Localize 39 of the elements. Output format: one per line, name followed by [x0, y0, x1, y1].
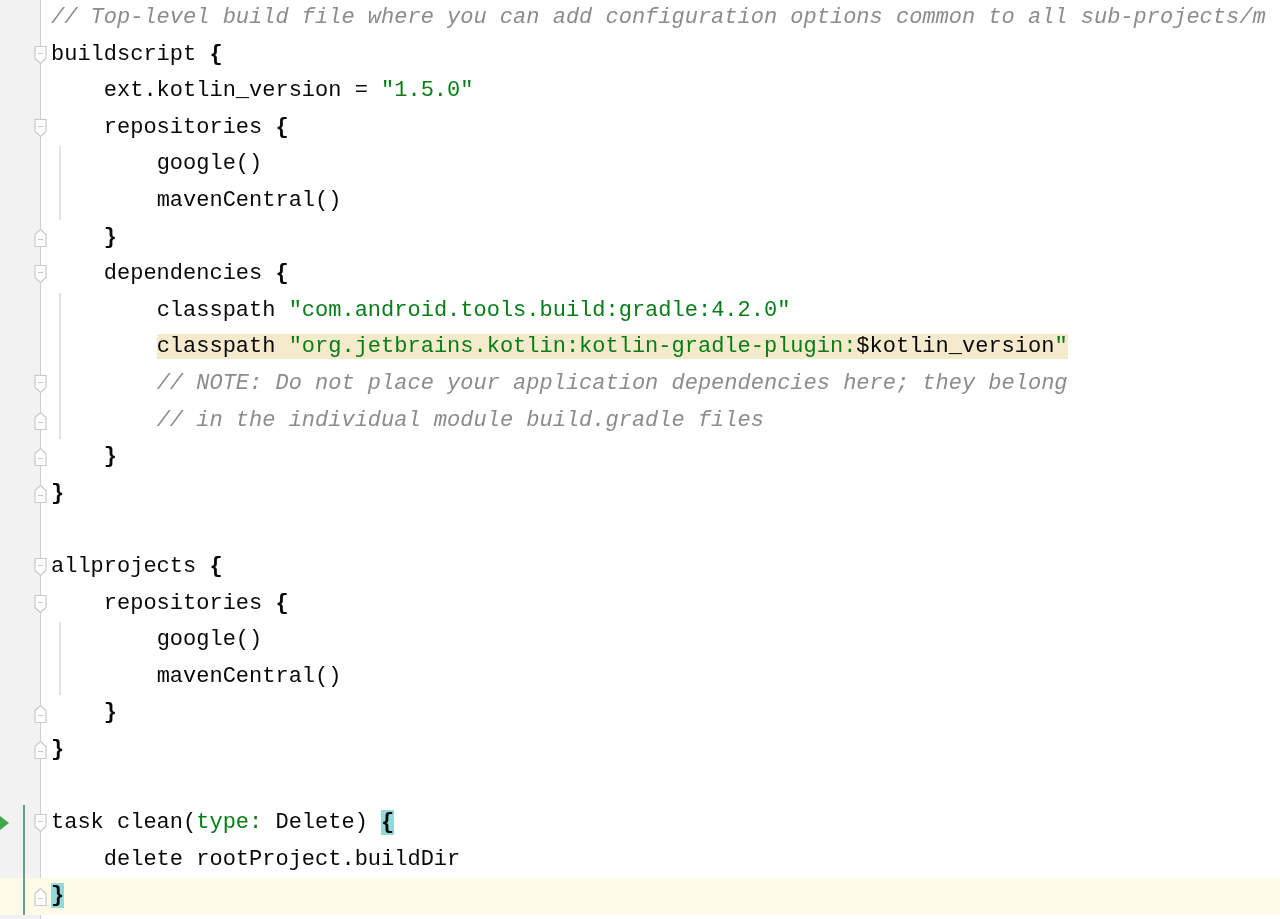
unfold-icon[interactable] — [34, 740, 47, 760]
code-comment: // in the individual module build.gradle files — [156, 407, 764, 433]
unfold-icon[interactable] — [34, 484, 47, 504]
code-line: } — [51, 736, 65, 762]
code-line: mavenCentral() — [156, 187, 342, 213]
fold-icon[interactable] — [34, 594, 47, 614]
code-line: mavenCentral() — [156, 663, 342, 689]
fold-icon[interactable] — [34, 374, 47, 394]
code-line: ext.kotlin_version = "1.5.0" — [103, 78, 474, 104]
code-line: delete rootProject.buildDir — [103, 846, 461, 872]
code-line: buildscript { — [51, 41, 223, 67]
code-line: } — [51, 480, 65, 506]
code-line: } — [103, 700, 117, 726]
code-line: dependencies { — [103, 261, 289, 287]
code-line: task clean(type: Delete) { — [51, 810, 395, 836]
code-line: google() — [156, 627, 263, 653]
unfold-icon[interactable] — [34, 447, 47, 467]
fold-icon[interactable] — [34, 813, 47, 833]
code-line: allprojects { — [51, 553, 223, 579]
change-marker[interactable] — [23, 841, 25, 879]
fold-icon[interactable] — [34, 557, 47, 577]
unfold-icon[interactable] — [34, 887, 47, 907]
code-comment: // NOTE: Do not place your application dependencies here; they belong — [156, 370, 1068, 396]
code-line: google() — [156, 151, 263, 177]
code-comment: // Top-level build file where you can add configuration options common to all sub-projects/m — [51, 5, 1266, 30]
code-line: repositories { — [103, 114, 289, 140]
fold-icon[interactable] — [34, 264, 47, 284]
unfold-icon[interactable] — [34, 411, 47, 431]
code-line: } — [103, 224, 117, 250]
change-marker[interactable] — [23, 878, 25, 915]
run-icon[interactable] — [0, 816, 9, 831]
fold-icon[interactable] — [34, 45, 47, 65]
code-line: } — [103, 444, 117, 470]
fold-icon[interactable] — [34, 118, 47, 138]
change-marker[interactable] — [23, 805, 25, 842]
code-line: classpath "com.android.tools.build:gradle:4.2.0" — [156, 297, 791, 323]
unfold-icon[interactable] — [34, 704, 47, 724]
code-line: repositories { — [103, 590, 289, 616]
unfold-icon[interactable] — [34, 228, 47, 248]
